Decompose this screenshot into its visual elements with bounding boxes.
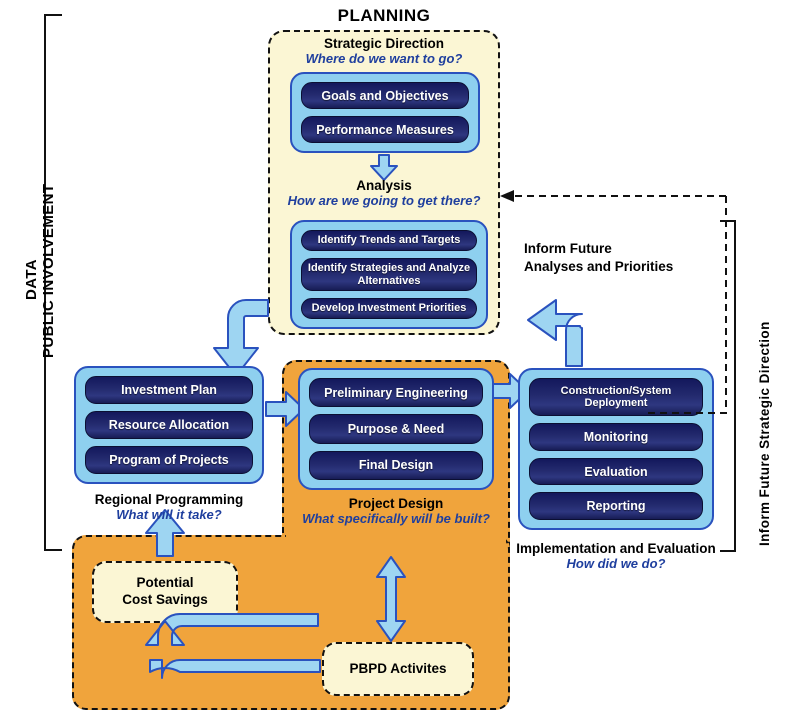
analysis-caption: Analysis How are we going to get there? (258, 178, 510, 208)
node-potential-cost-savings[interactable]: Potential Cost Savings (92, 561, 238, 623)
bracket-right (720, 220, 736, 552)
item-purpose-and-need[interactable]: Purpose & Need (309, 414, 483, 444)
regional-programming-caption: Regional Programming What will it take? (54, 492, 284, 522)
item-resource-allocation[interactable]: Resource Allocation (85, 411, 253, 439)
arrow-analysis-to-regional (213, 299, 269, 377)
inform-future-analyses-line1: Inform Future (524, 241, 612, 256)
pbpd-activities-label: PBPD Activites (349, 660, 447, 676)
item-final-design[interactable]: Final Design (309, 450, 483, 480)
orange-seam-patch (286, 533, 506, 553)
item-reporting[interactable]: Reporting (529, 492, 703, 520)
diagram-canvas: DATA PUBLIC INVOLVEMENT Inform Future St… (0, 0, 800, 721)
planning-header: PLANNING (268, 6, 500, 26)
item-identify-trends-and-targets[interactable]: Identify Trends and Targets (301, 230, 477, 252)
item-goals-and-objectives[interactable]: Goals and Objectives (301, 82, 469, 109)
strategic-direction-caption: Strategic Direction Where do we want to … (268, 36, 500, 66)
item-monitoring[interactable]: Monitoring (529, 423, 703, 451)
item-performance-measures[interactable]: Performance Measures (301, 116, 469, 143)
analysis-group: Identify Trends and Targets Identify Str… (290, 220, 488, 329)
label-inform-future-strategic-direction: Inform Future Strategic Direction (757, 321, 772, 546)
planning-header-text: PLANNING (337, 6, 431, 25)
strategic-direction-group: Goals and Objectives Performance Measure… (290, 72, 480, 153)
implementation-caption: Implementation and Evaluation How did we… (500, 541, 732, 571)
regional-programming-question: What will it take? (116, 507, 222, 522)
label-public-involvement: PUBLIC INVOLVEMENT (40, 183, 57, 358)
node-pbpd-activities[interactable]: PBPD Activites (322, 642, 474, 696)
item-identify-strategies-and-analyze-alternatives[interactable]: Identify Strategies and Analyze Alternat… (301, 258, 477, 291)
cost-savings-line2: Cost Savings (122, 592, 208, 607)
item-program-of-projects[interactable]: Program of Projects (85, 446, 253, 474)
item-develop-investment-priorities[interactable]: Develop Investment Priorities (301, 297, 477, 320)
project-design-caption: Project Design What specifically will be… (288, 496, 504, 526)
analysis-title: Analysis (356, 178, 412, 193)
implementation-group: Construction/System Deployment Monitorin… (518, 368, 714, 530)
implementation-title: Implementation and Evaluation (516, 541, 716, 556)
regional-programming-title: Regional Programming (94, 492, 244, 507)
project-design-title: Project Design (348, 496, 444, 511)
item-evaluation[interactable]: Evaluation (529, 457, 703, 486)
cost-savings-line1: Potential (136, 575, 194, 591)
inform-future-analyses-line2: Analyses and Priorities (524, 258, 674, 274)
project-design-group: Preliminary Engineering Purpose & Need F… (298, 368, 494, 490)
implementation-question: How did we do? (566, 556, 666, 571)
item-preliminary-engineering[interactable]: Preliminary Engineering (309, 378, 483, 408)
inform-future-analyses-text: Inform Future Analyses and Priorities (524, 240, 704, 275)
arrow-implementation-to-analysis (527, 299, 583, 367)
strategic-direction-title: Strategic Direction (323, 36, 445, 51)
label-data: DATA (23, 258, 40, 300)
strategic-direction-question: Where do we want to go? (305, 51, 463, 66)
regional-programming-group: Investment Plan Resource Allocation Prog… (74, 366, 264, 484)
item-construction-system-deployment[interactable]: Construction/System Deployment (529, 378, 703, 417)
item-investment-plan[interactable]: Investment Plan (85, 376, 253, 404)
project-design-question: What specifically will be built? (302, 511, 490, 526)
analysis-question: How are we going to get there? (287, 193, 481, 208)
